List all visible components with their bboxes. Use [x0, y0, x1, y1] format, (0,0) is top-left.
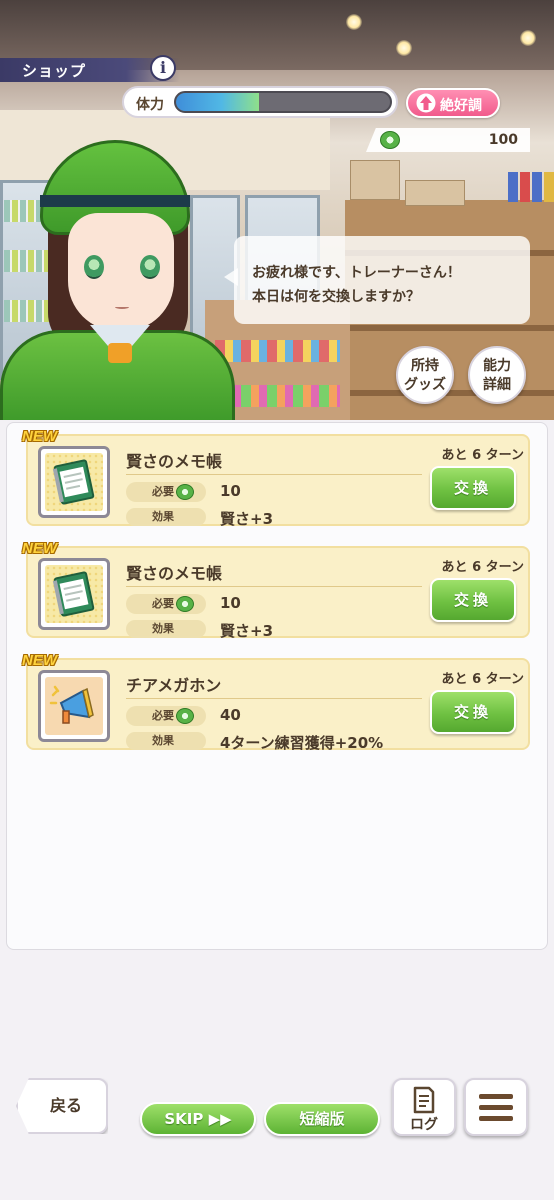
item-cost: 40 — [220, 706, 241, 724]
exchange-button[interactable]: 交換 — [430, 578, 516, 622]
arrow-up-icon — [416, 93, 436, 113]
stamina-gauge: 体力 — [122, 86, 398, 118]
stamina-bar — [174, 91, 392, 113]
character-eye — [140, 255, 160, 279]
new-badge: NEW — [22, 652, 57, 669]
exchange-button[interactable]: 交換 — [430, 466, 516, 510]
divider — [126, 474, 422, 475]
shop-item: チアメガホン 必要 40 効果 4ターン練習獲得+20% あと 6 ターン 交換 — [26, 658, 530, 752]
turns-remaining: あと 6 ターン — [441, 672, 524, 687]
effect-label: 効果 — [126, 508, 206, 526]
menu-button[interactable] — [464, 1078, 528, 1136]
mood-label: 絶好調 — [440, 98, 482, 114]
owned-goods-label-1: 所持 — [411, 358, 439, 374]
coin-value: 100 — [488, 132, 518, 148]
turns-remaining: あと 6 ターン — [441, 560, 524, 575]
dialogue-line-1: お疲れ様です、トレーナーさん！ — [252, 265, 461, 281]
coin-icon — [380, 131, 400, 149]
log-label: ログ — [410, 1117, 438, 1133]
memo-notebook-icon — [52, 571, 95, 617]
required-label: 必要 — [126, 594, 206, 614]
item-cost: 10 — [220, 482, 241, 500]
item-icon-frame — [38, 670, 110, 742]
log-icon — [413, 1086, 435, 1114]
character-tie — [108, 343, 132, 363]
new-badge: NEW — [22, 428, 57, 445]
binder — [508, 172, 518, 202]
ability-details-button[interactable]: 能力 詳細 — [468, 346, 526, 404]
owned-goods-button[interactable]: 所持 グッズ — [396, 346, 454, 404]
item-name: 賢さのメモ帳 — [126, 452, 223, 471]
coin-icon — [176, 708, 194, 724]
item-icon-bg — [45, 565, 103, 623]
required-label: 必要 — [126, 482, 206, 502]
mood-badge: 絶好調 — [406, 88, 500, 118]
item-name: 賢さのメモ帳 — [126, 564, 223, 583]
shop-item: 賢さのメモ帳 必要 10 効果 賢さ+3 あと 6 ターン 交換 — [26, 546, 530, 640]
effect-label: 効果 — [126, 620, 206, 638]
stamina-label: 体力 — [136, 97, 164, 113]
divider — [126, 698, 422, 699]
coin-icon — [176, 484, 194, 500]
coin-icon — [176, 596, 194, 612]
shopkeeper-character — [0, 125, 240, 420]
hamburger-menu-icon — [479, 1094, 513, 1121]
skip-button[interactable]: SKIP ▶▶ — [140, 1102, 256, 1136]
character-hat-band — [40, 195, 190, 207]
memo-notebook-icon — [52, 459, 95, 505]
effect-label: 効果 — [126, 732, 206, 750]
stamina-fill — [176, 93, 260, 111]
ability-details-label-2: 詳細 — [483, 377, 511, 393]
shelf-board — [345, 325, 554, 331]
short-version-button[interactable]: 短縮版 — [264, 1102, 380, 1136]
exchange-button[interactable]: 交換 — [430, 690, 516, 734]
item-effect: 4ターン練習獲得+20% — [220, 734, 384, 752]
item-icon-bg — [45, 453, 103, 511]
character-mouth — [115, 305, 129, 309]
divider — [126, 586, 422, 587]
binder — [544, 172, 554, 202]
info-icon[interactable]: i — [150, 55, 176, 81]
item-icon-frame — [38, 558, 110, 630]
ability-details-label-1: 能力 — [483, 358, 511, 374]
item-icon-bg — [45, 677, 103, 735]
required-label: 必要 — [126, 706, 206, 726]
binder — [532, 172, 542, 202]
boxes — [350, 160, 400, 200]
boxes — [405, 180, 465, 206]
character-eye — [84, 255, 104, 279]
item-name: チアメガホン — [126, 676, 222, 695]
item-icon-frame — [38, 446, 110, 518]
shop-item: 賢さのメモ帳 必要 10 効果 賢さ+3 あと 6 ターン 交換 — [26, 434, 530, 528]
new-badge: NEW — [22, 540, 57, 557]
item-cost: 10 — [220, 594, 241, 612]
binder — [520, 172, 530, 202]
dialogue-line-2: 本日は何を交換しますか？ — [252, 289, 420, 305]
ceiling-light — [396, 40, 412, 56]
back-button[interactable]: 戻る — [16, 1078, 108, 1134]
ceiling-light — [520, 30, 536, 46]
item-effect: 賢さ+3 — [220, 622, 274, 640]
turns-remaining: あと 6 ターン — [441, 448, 524, 463]
ceiling-light — [346, 14, 362, 30]
page-title: ショップ — [22, 63, 87, 80]
owned-goods-label-2: グッズ — [404, 377, 446, 393]
megaphone-icon — [49, 685, 94, 724]
log-button[interactable]: ログ — [392, 1078, 456, 1136]
item-effect: 賢さ+3 — [220, 510, 274, 528]
